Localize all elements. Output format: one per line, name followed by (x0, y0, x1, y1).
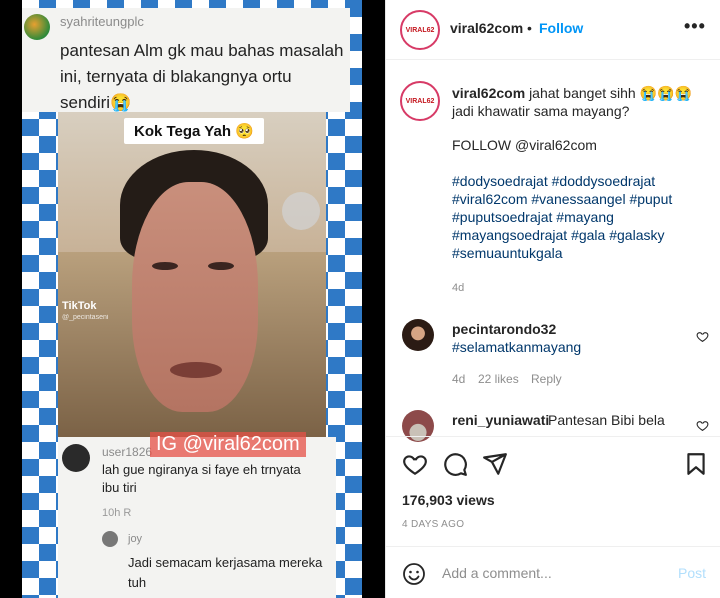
overlay-reply-text: Jadi semacam kerjasama mereka tuh (128, 555, 323, 590)
left-eye (152, 262, 178, 270)
overlay-comment-text: pantesan Alm gk mau bahas masalah ini, t… (60, 41, 344, 112)
share-send-icon[interactable] (482, 451, 508, 477)
tiktok-handle: @_pecintaseni (62, 314, 109, 321)
caption-logo-text: VIRAL62 (405, 97, 435, 105)
ig-watermark: IG @viral62com (150, 432, 306, 457)
like-heart-icon[interactable] (402, 451, 428, 477)
comment-avatar[interactable] (402, 319, 434, 351)
caption-first-line: viral62com jahat banget sihh 😭😭😭 jadi kh… (452, 84, 707, 120)
overlay-comment-text-2: lah gue ngiranya si faye eh trnyata ibu … (102, 462, 301, 495)
comment-reply-button[interactable]: Reply (531, 372, 562, 386)
overlay-commenter-avatar (24, 14, 50, 40)
posted-time[interactable]: 4 DAYS AGO (402, 519, 464, 530)
post-comment-button[interactable]: Post (678, 565, 706, 581)
add-comment-bar: Post (386, 546, 720, 598)
comment-likes[interactable]: 22 likes (478, 372, 519, 386)
view-count[interactable]: 176,903 views (402, 492, 495, 508)
caption-age[interactable]: 4d (452, 282, 464, 294)
follow-button[interactable]: Follow (539, 20, 583, 36)
comment-age[interactable]: 4d (452, 372, 465, 386)
right-eye (208, 262, 234, 270)
caption-follow-line[interactable]: FOLLOW @viral62com (452, 136, 707, 154)
mouth (170, 362, 222, 378)
save-bookmark-icon[interactable] (683, 451, 709, 477)
account-avatar[interactable]: VIRAL62 (400, 10, 440, 50)
overlay-reply-avatar (102, 531, 118, 547)
post-panel: VIRAL62 viral62com • Follow ••• VIRAL62 … (385, 0, 720, 598)
comment-username[interactable]: pecintarondo32 (452, 321, 556, 337)
overlay-commenter-avatar-2 (62, 444, 90, 472)
overlay-commenter-username: syahriteungplc (60, 14, 144, 29)
comment-like-icon-2[interactable] (696, 419, 709, 432)
caption-avatar[interactable]: VIRAL62 (400, 81, 440, 121)
overlay-commenter-username-2: user1826 (102, 445, 153, 459)
comment-text[interactable]: #selamatkanmayang (452, 339, 581, 355)
emoji-icon[interactable] (402, 562, 426, 586)
tiktok-brand: TikTok (62, 300, 97, 312)
video-caption-label: Kok Tega Yah 🥺 (124, 118, 264, 144)
video-frame[interactable]: Kok Tega Yah 🥺 TikTok @_pecintaseni (58, 112, 326, 437)
post-header: VIRAL62 viral62com • Follow ••• (386, 0, 720, 60)
overlay-comment-bottom: user1826 lah gue ngiranya si faye eh trn… (58, 437, 336, 598)
tiktok-watermark: TikTok @_pecintaseni (62, 300, 108, 324)
comment-like-icon[interactable] (696, 330, 709, 343)
more-options-icon[interactable]: ••• (684, 16, 706, 37)
caption-username[interactable]: viral62com (452, 85, 525, 101)
add-comment-input[interactable] (442, 565, 652, 581)
floating-circle-button (282, 192, 320, 230)
overlay-comment-time: 10h R (102, 507, 132, 519)
comment-text-2: Pantesan Bibi bela (548, 412, 665, 428)
comment-bubble-icon[interactable] (442, 451, 468, 477)
comment-username-2[interactable]: reni_yuniawati (452, 412, 549, 428)
post-media[interactable]: syahriteungplc pantesan Alm gk mau bahas… (0, 0, 385, 598)
post-caption: viral62com jahat banget sihh 😭😭😭 jadi kh… (452, 84, 707, 262)
caption-hashtags[interactable]: #dodysoedrajat #doddysoedrajat #viral62c… (452, 172, 707, 262)
post-actions: 176,903 views 4 DAYS AGO (386, 436, 720, 546)
account-username[interactable]: viral62com (450, 20, 523, 36)
account-logo-text: VIRAL62 (405, 26, 435, 34)
separator-dot: • (527, 20, 532, 36)
overlay-comment-top: syahriteungplc pantesan Alm gk mau bahas… (22, 8, 350, 112)
overlay-reply-username: joy (128, 533, 143, 545)
